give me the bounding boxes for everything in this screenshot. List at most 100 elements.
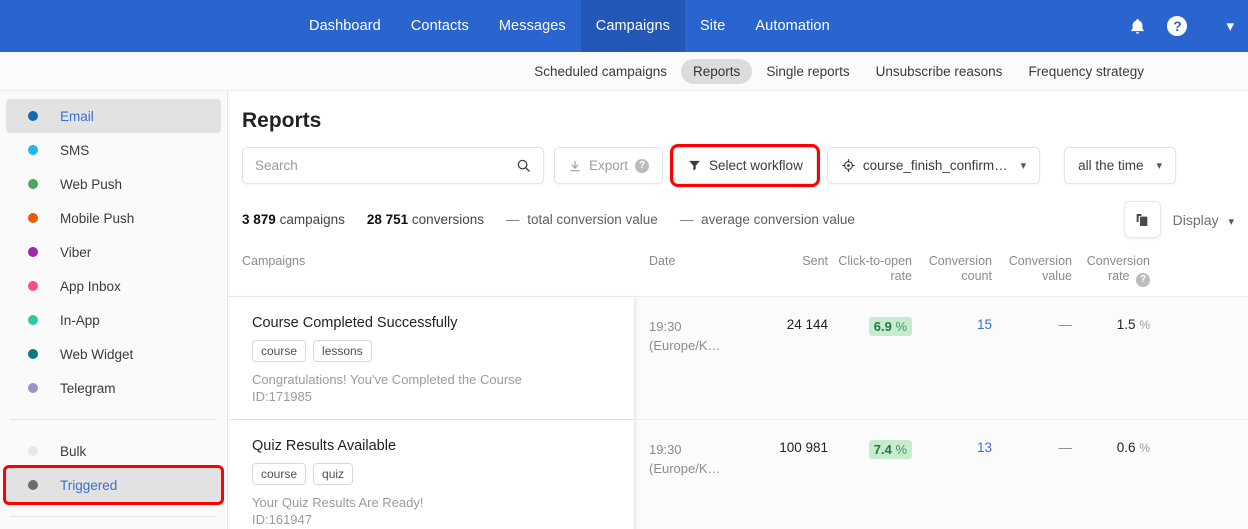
search-icon [517,159,530,172]
nav-item-contacts[interactable]: Contacts [396,0,484,52]
period-select-dropdown[interactable]: all the time ▾ [1064,147,1176,184]
column-header-click-to-open-rate[interactable]: Click-to-open rate [828,254,912,284]
sidebar-item-app-inbox[interactable]: App Inbox [6,269,221,303]
sidebar-item-label: Mobile Push [60,210,135,226]
reports-table: Campaigns Date Sent Click-to-open rate C… [228,254,1248,529]
campaign-info-cell[interactable]: Course Completed Successfully course les… [228,297,634,419]
help-button[interactable]: ? [1160,9,1194,43]
conversion-rate-unit: % [1139,318,1150,332]
subnav-label: Frequency strategy [1028,63,1144,79]
sidebar-item-mobile-push[interactable]: Mobile Push [6,201,221,235]
subnav-item-reports[interactable]: Reports [681,58,753,84]
search-input[interactable] [255,158,516,173]
main-content: Reports Search Export ? Select workflow … [228,91,1248,529]
conversion-count-link[interactable]: 13 [977,440,992,455]
subnav-item-scheduled-campaigns[interactable]: Scheduled campaigns [522,59,679,84]
cell-sent: 24 144 [786,317,828,332]
stat-average-conversion-value: — average conversion value [680,212,855,227]
cell-click-to-open-rate: 6.9 % [828,297,912,419]
nav-item-dashboard[interactable]: Dashboard [294,0,396,52]
date-timezone: (Europe/K… [649,338,721,353]
column-header-conversion-count[interactable]: Conversion count [912,254,992,284]
tag-chip[interactable]: lessons [313,340,372,362]
display-dropdown[interactable]: Display ▾ [1173,212,1234,228]
search-box[interactable] [242,147,544,184]
copy-icon [1136,213,1148,226]
sidebar-item-label: Email [60,108,94,124]
sidebar-item-in-app[interactable]: In-App [6,303,221,337]
sidebar-item-web-widget[interactable]: Web Widget [6,337,221,371]
conversion-rate-value: 0.6 [1116,440,1136,455]
select-workflow-button[interactable]: Select workflow [673,147,817,184]
sidebar-item-sms[interactable]: SMS [6,133,221,167]
workflow-select-dropdown[interactable]: course_finish_confirm… ▾ [826,147,1041,184]
column-header-date[interactable]: Date [634,254,752,269]
channel-color-dot-icon [28,179,38,189]
column-header-conversion-rate[interactable]: Conversion rate ? [1072,254,1150,287]
type-color-dot-icon [28,446,38,456]
export-label: Export [589,158,629,173]
conversion-rate-unit: % [1139,441,1150,455]
funnel-icon [689,160,700,171]
conversion-rate-value: 1.5 [1116,317,1136,332]
total-conversion-value: — [505,212,520,227]
copy-columns-button[interactable] [1123,201,1161,238]
page-title: Reports [242,109,322,132]
table-body: Course Completed Successfully course les… [228,297,1248,529]
sub-navigation-bar: Scheduled campaigns Reports Single repor… [0,52,1248,91]
conversion-count-link[interactable]: 15 [977,317,992,332]
date-time: 19:30 [649,442,682,457]
cell-click-to-open-rate: 7.4 % [828,420,912,529]
column-header-campaigns[interactable]: Campaigns [228,254,634,269]
nav-label: Automation [755,18,830,34]
subnav-label: Unsubscribe reasons [875,63,1003,79]
sidebar-divider-bottom [10,516,217,517]
table-header-row: Campaigns Date Sent Click-to-open rate C… [228,254,1248,297]
sidebar-item-telegram[interactable]: Telegram [6,371,221,405]
campaigns-count: 3 879 [242,212,276,227]
campaign-info-cell[interactable]: Quiz Results Available course quiz Your … [228,420,634,529]
nav-item-messages[interactable]: Messages [484,0,581,52]
subnav-item-unsubscribe-reasons[interactable]: Unsubscribe reasons [864,59,1015,84]
account-menu-chevron-down-icon[interactable]: ▾ [1226,17,1234,35]
target-icon [841,159,855,172]
column-header-conversion-value[interactable]: Conversion value [992,254,1072,284]
notifications-button[interactable] [1120,9,1154,43]
campaign-title[interactable]: Quiz Results Available [252,438,618,454]
campaign-title[interactable]: Course Completed Successfully [252,315,618,331]
export-button[interactable]: Export ? [554,147,664,184]
cell-conversion-rate: 0.6 % [1072,420,1150,529]
nav-item-campaigns[interactable]: Campaigns [580,0,686,52]
campaign-subject: Your Quiz Results Are Ready! [252,495,424,510]
sidebar-item-triggered[interactable]: Triggered [3,465,224,505]
tag-chip[interactable]: course [252,340,307,362]
sidebar-item-email[interactable]: Email [6,99,221,133]
cto-unit: % [895,442,907,457]
type-color-dot-icon [28,480,38,490]
sidebar-item-viber[interactable]: Viber [6,235,221,269]
date-time: 19:30 [649,319,682,334]
help-icon[interactable]: ? [1136,273,1150,287]
bell-icon [1131,18,1144,34]
tag-chip[interactable]: course [252,463,307,485]
body-wrapper: Email SMS Web Push Mobile Push Viber App… [0,91,1248,529]
help-icon[interactable]: ? [635,158,650,173]
nav-item-site[interactable]: Site [685,0,740,52]
tag-chip[interactable]: quiz [313,463,354,485]
subnav-item-single-reports[interactable]: Single reports [754,59,861,84]
app-root: Dashboard Contacts Messages Campaigns Si… [0,0,1248,529]
cto-value: 7.4 [873,442,892,457]
nav-item-automation[interactable]: Automation [740,0,844,52]
table-row[interactable]: Course Completed Successfully course les… [228,297,1248,420]
sidebar-item-web-push[interactable]: Web Push [6,167,221,201]
nav-label: Site [700,18,726,34]
period-selected-value: all the time [1078,158,1144,173]
sidebar-item-bulk[interactable]: Bulk [6,434,221,468]
stat-campaigns: 3 879 campaigns [242,212,345,227]
click-to-open-rate-badge: 6.9 % [868,317,912,336]
column-header-sent[interactable]: Sent [752,254,828,269]
cell-date: 19:30 (Europe/K… [634,420,752,529]
subnav-item-frequency-strategy[interactable]: Frequency strategy [1016,59,1156,84]
date-timezone: (Europe/K… [649,461,721,476]
table-row[interactable]: Quiz Results Available course quiz Your … [228,420,1248,529]
